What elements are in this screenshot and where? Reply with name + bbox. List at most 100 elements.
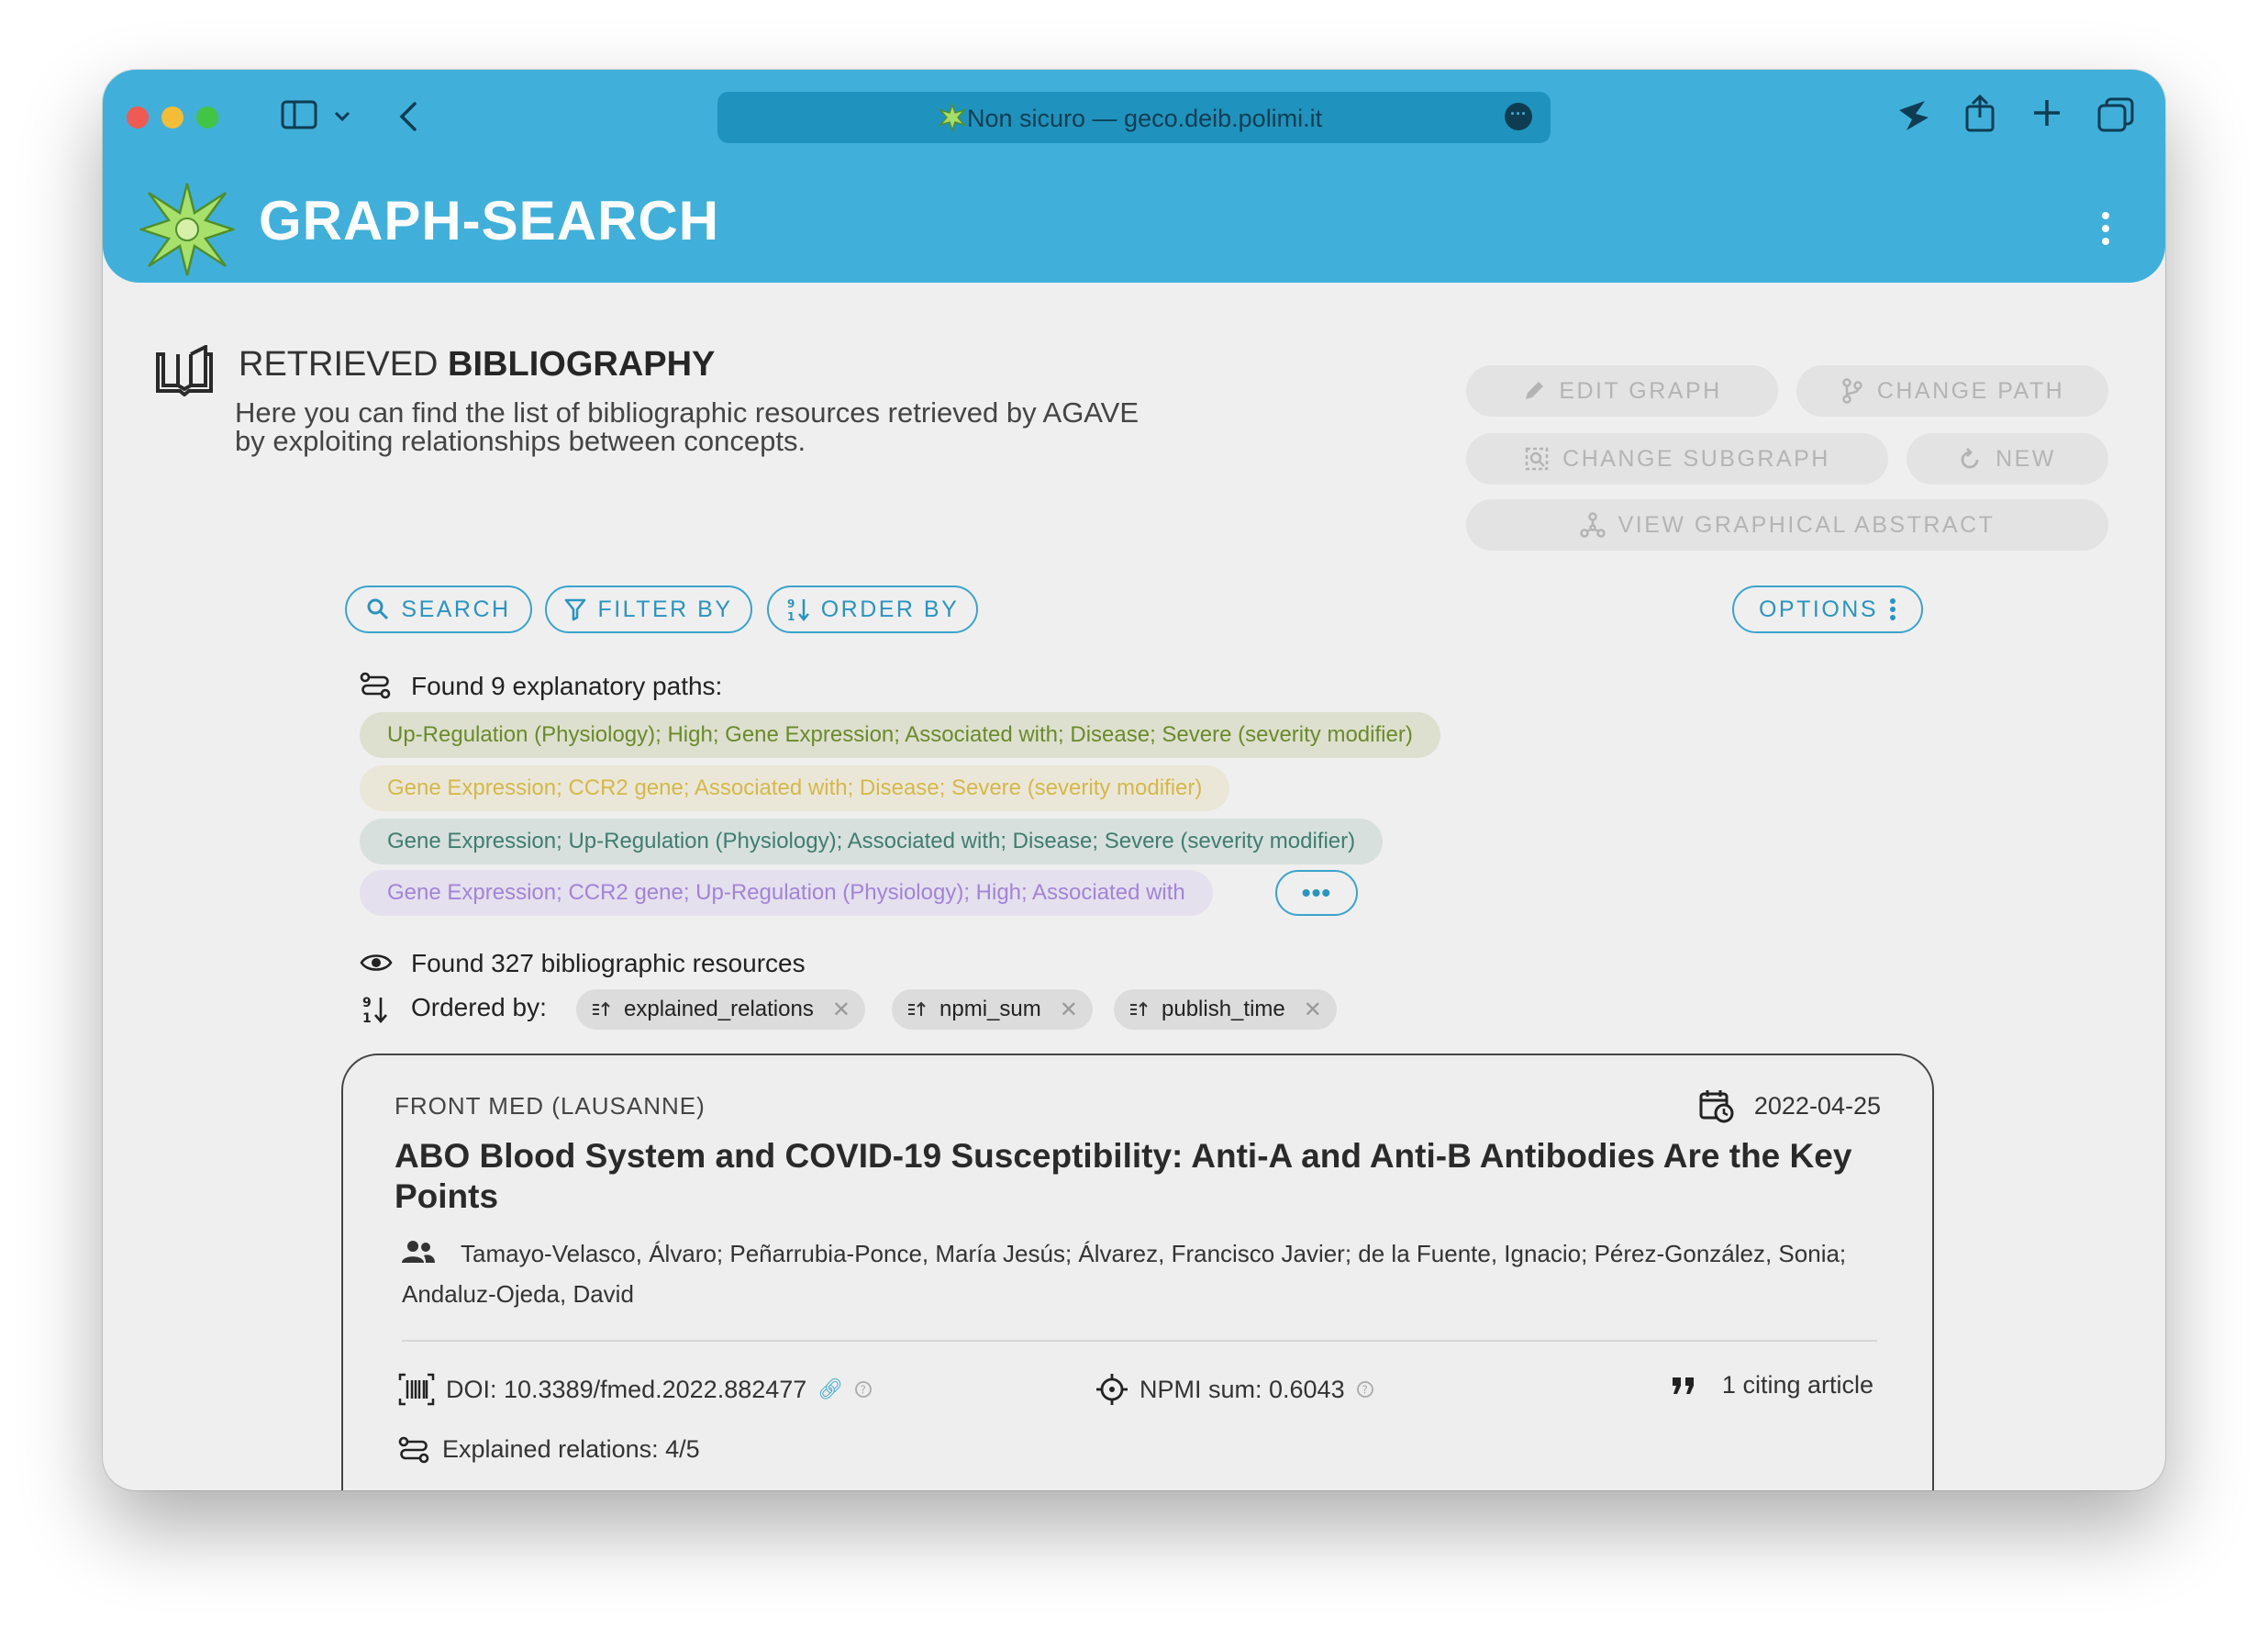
minimize-window-button[interactable]: [161, 106, 183, 128]
app-title: GRAPH-SEARCH: [259, 190, 720, 251]
view-graphical-abstract-button[interactable]: VIEW GRAPHICAL ABSTRACT: [1466, 499, 2108, 551]
more-vert-icon: [1890, 598, 1896, 620]
more-paths-button[interactable]: •••: [1275, 870, 1358, 916]
address-bar[interactable]: Non sicuro — geco.deib.polimi.it ···: [717, 92, 1551, 143]
svg-text:?: ?: [861, 1384, 866, 1397]
eye-icon: [360, 951, 393, 979]
path-chip-2[interactable]: Gene Expression; CCR2 gene; Associated w…: [360, 765, 1230, 811]
new-tab-icon[interactable]: [2031, 97, 2062, 133]
order-chip-label: publish_time: [1162, 997, 1285, 1021]
subgraph-select-icon: [1525, 447, 1549, 471]
branch-icon: [1842, 378, 1862, 404]
authors-list: Tamayo-Velasco, Álvaro; Peñarrubia-Ponce…: [402, 1240, 1847, 1308]
browser-window: Non sicuro — geco.deib.polimi.it ··· GRA…: [103, 70, 2165, 1490]
order-chip-explained-relations[interactable]: explained_relations ✕: [576, 989, 865, 1030]
citing-row: 1 citing article: [1671, 1371, 1873, 1399]
order-by-button[interactable]: 91 ORDER BY: [767, 585, 978, 633]
edit-graph-button[interactable]: EDIT GRAPH: [1466, 365, 1778, 417]
back-icon[interactable]: [398, 101, 418, 137]
sort-numeric-icon: 91: [361, 995, 389, 1029]
graph-network-icon: [1579, 512, 1606, 538]
order-chip-publish-time[interactable]: publish_time ✕: [1114, 989, 1337, 1030]
page-description: Here you can find the list of bibliograp…: [235, 396, 1140, 457]
open-book-icon: [154, 343, 215, 401]
share-icon[interactable]: [1963, 94, 1996, 137]
resources-count-label: Found 327 bibliographic resources: [411, 949, 806, 977]
svg-text:?: ?: [1362, 1384, 1367, 1397]
remove-icon[interactable]: ✕: [1060, 997, 1078, 1023]
path-chip-1[interactable]: Up-Regulation (Physiology); High; Gene E…: [360, 712, 1440, 758]
paths-count-label: Found 9 explanatory paths:: [411, 672, 723, 700]
refresh-icon: [1961, 448, 1979, 469]
path-chip-3[interactable]: Gene Expression; Up-Regulation (Physiolo…: [360, 819, 1384, 864]
search-button[interactable]: SEARCH: [345, 585, 532, 633]
page-title-prefix: RETRIEVED: [239, 345, 449, 384]
citing-count: 1 citing article: [1721, 1371, 1873, 1399]
change-subgraph-button[interactable]: CHANGE SUBGRAPH: [1466, 433, 1888, 485]
options-button[interactable]: OPTIONS: [1732, 585, 1923, 633]
close-window-button[interactable]: [127, 106, 149, 128]
edit-graph-label: EDIT GRAPH: [1559, 377, 1722, 404]
change-subgraph-label: CHANGE SUBGRAPH: [1562, 445, 1830, 472]
filter-by-button[interactable]: FILTER BY: [545, 585, 752, 633]
path-chip-3-label: Gene Expression; Up-Regulation (Physiolo…: [387, 829, 1356, 853]
zoom-window-button[interactable]: [196, 106, 218, 128]
page-menu-icon[interactable]: ···: [1505, 103, 1532, 130]
calendar-clock-icon: [1699, 1090, 1734, 1123]
path-chip-4[interactable]: Gene Expression; CCR2 gene; Up-Regulatio…: [360, 870, 1213, 916]
sidebar-toggle-icon[interactable]: [281, 99, 317, 135]
sort-ascending-icon: [1130, 1001, 1148, 1016]
path-chip-2-label: Gene Expression; CCR2 gene; Associated w…: [387, 775, 1203, 800]
order-chip-npmi-sum[interactable]: npmi_sum ✕: [892, 989, 1093, 1030]
paper-title[interactable]: ABO Blood System and COVID-19 Susceptibi…: [395, 1136, 1899, 1217]
sort-numeric-icon: 91: [787, 597, 809, 622]
svg-text:9: 9: [362, 996, 372, 1010]
resource-card[interactable]: FRONT MED (LAUSANNE) 2022-04-25 ABO Bloo…: [341, 1054, 1934, 1490]
tab-overview-icon[interactable]: [2097, 97, 2134, 137]
card-divider: [402, 1340, 1877, 1342]
sort-ascending-icon: [908, 1001, 926, 1016]
svg-text:1: 1: [787, 610, 797, 622]
pencil-icon: [1526, 382, 1544, 399]
explained-relations-text: Explained relations: 4/5: [442, 1435, 700, 1463]
change-path-label: CHANGE PATH: [1876, 377, 2065, 404]
page-title-bold: BIBLIOGRAPHY: [448, 345, 716, 384]
site-favicon-icon: [938, 102, 967, 137]
npmi-row: NPMI sum: 0.6043 ?: [1095, 1373, 1374, 1406]
link-icon[interactable]: 🔗︎: [817, 1377, 843, 1401]
help-icon[interactable]: ?: [854, 1380, 873, 1399]
view-graphical-abstract-label: VIEW GRAPHICAL ABSTRACT: [1618, 511, 1996, 538]
barcode-icon: [398, 1373, 435, 1406]
sort-ascending-icon: [593, 1001, 610, 1016]
chevron-down-icon[interactable]: [334, 110, 350, 127]
search-label: SEARCH: [401, 596, 511, 622]
help-icon[interactable]: ?: [1356, 1380, 1374, 1399]
remove-icon[interactable]: ✕: [1304, 997, 1322, 1023]
page-title: RETRIEVED BIBLIOGRAPHY: [239, 345, 715, 385]
explained-relations-row: Explained relations: 4/5: [398, 1435, 700, 1464]
filter-by-label: FILTER BY: [597, 596, 733, 622]
search-icon: [367, 598, 389, 620]
doi-text: DOI: 10.3389/fmed.2022.882477: [446, 1375, 807, 1403]
doi-row: DOI: 10.3389/fmed.2022.882477 🔗︎ ?: [398, 1373, 873, 1406]
svg-text:1: 1: [362, 1011, 372, 1024]
filter-icon: [565, 598, 586, 621]
extension-icon[interactable]: [1894, 95, 1934, 140]
url-text: Non sicuro — geco.deib.polimi.it: [967, 105, 1323, 132]
browser-header: Non sicuro — geco.deib.polimi.it ··· GRA…: [103, 70, 2165, 283]
route-icon: [360, 672, 391, 704]
change-path-button[interactable]: CHANGE PATH: [1796, 365, 2108, 417]
quote-icon: [1672, 1377, 1694, 1394]
new-label: NEW: [1996, 445, 2056, 472]
journal-name: FRONT MED (LAUSANNE): [395, 1092, 706, 1120]
crosshair-icon: [1096, 1374, 1128, 1405]
new-button[interactable]: NEW: [1907, 433, 2108, 485]
path-chip-4-label: Gene Expression; CCR2 gene; Up-Regulatio…: [387, 880, 1185, 905]
publish-date: 2022-04-25: [1699, 1090, 1881, 1123]
npmi-text: NPMI sum: 0.6043: [1140, 1375, 1345, 1403]
more-vert-icon[interactable]: [2101, 211, 2110, 251]
ordered-by-label: Ordered by:: [411, 993, 547, 1021]
remove-icon[interactable]: ✕: [832, 997, 850, 1023]
order-chip-label: npmi_sum: [939, 997, 1041, 1021]
route-icon: [398, 1436, 429, 1463]
